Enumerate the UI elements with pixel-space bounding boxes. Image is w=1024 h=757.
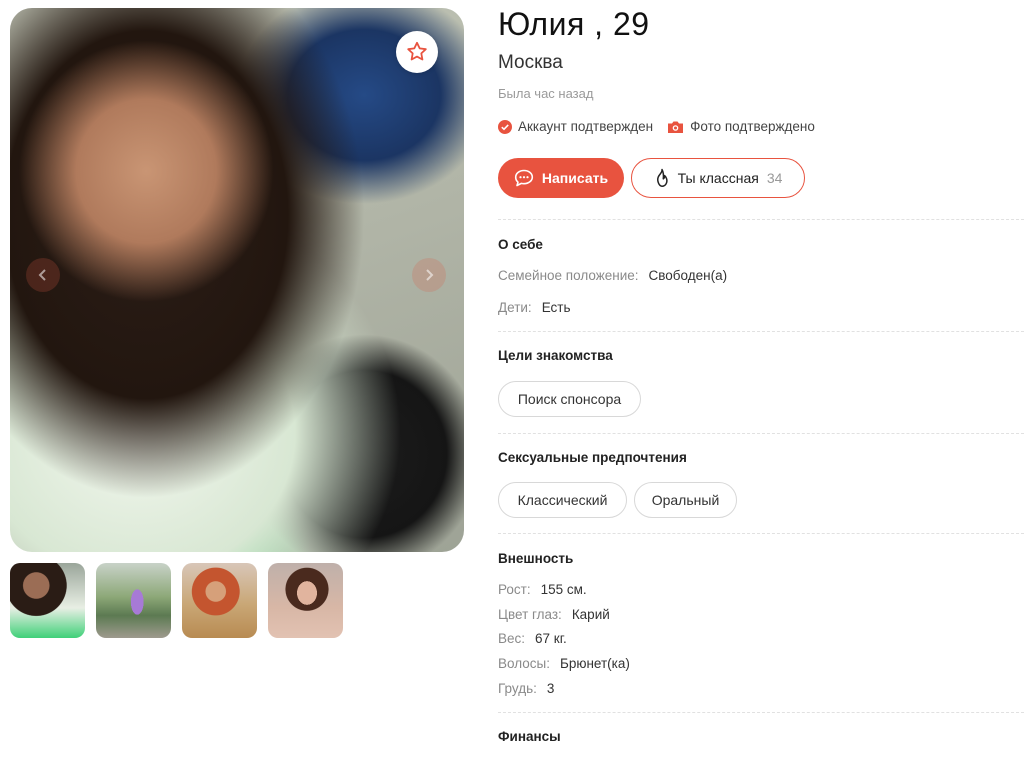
about-section-title: О себе [498, 237, 543, 252]
account-verified-label: Аккаунт подтвержден [518, 119, 654, 134]
photo-thumbnail[interactable] [268, 563, 343, 638]
appearance-row-bust: Грудь: 3 [498, 681, 554, 696]
photo-thumbnail[interactable] [182, 563, 257, 638]
chevron-right-icon [426, 269, 434, 281]
row-value: 155 см. [540, 582, 587, 597]
main-profile-photo[interactable] [10, 8, 464, 552]
section-divider [498, 219, 1024, 220]
chevron-left-icon [38, 269, 46, 281]
goal-chip-sponsor[interactable]: Поиск спонсора [498, 381, 641, 417]
row-value: Есть [541, 300, 571, 315]
photo-thumbnails [10, 563, 343, 638]
compliment-count: 34 [766, 170, 783, 186]
appearance-row-weight: Вес: 67 кг. [498, 631, 567, 646]
row-value: Свободен(а) [648, 268, 728, 283]
about-row-children: Дети: Есть [498, 300, 571, 315]
flame-icon [656, 168, 668, 188]
profile-city: Москва [498, 52, 563, 73]
write-message-button[interactable]: Написать [498, 158, 624, 198]
section-divider [498, 712, 1024, 713]
photo-verified-badge: Фото подтверждено [667, 119, 815, 134]
row-value: Брюнет(ка) [559, 656, 630, 671]
goals-section-title: Цели знакомства [498, 348, 613, 363]
verification-badges: Аккаунт подтвержден Фото подтверждено [498, 119, 829, 134]
finances-section-title: Финансы [498, 729, 561, 744]
camera-icon [667, 120, 684, 134]
preference-chip-oral[interactable]: Оральный [634, 482, 737, 518]
section-divider [498, 433, 1024, 434]
appearance-row-eye-color: Цвет глаз: Карий [498, 607, 610, 622]
row-label: Рост: [498, 582, 531, 597]
last-seen-status: Была час назад [498, 86, 594, 101]
appearance-row-height: Рост: 155 см. [498, 582, 587, 597]
photo-next-button[interactable] [412, 258, 446, 292]
compliment-label: Ты классная [677, 170, 759, 186]
row-value: 3 [546, 681, 555, 696]
favorite-button[interactable] [396, 31, 438, 73]
row-label: Дети: [498, 300, 532, 315]
write-message-label: Написать [541, 170, 609, 186]
profile-name-age: Юлия , 29 [498, 6, 650, 42]
preferences-section-title: Сексуальные предпочтения [498, 450, 687, 465]
compliment-button[interactable]: Ты классная 34 [631, 158, 805, 198]
section-divider [498, 331, 1024, 332]
check-circle-icon [498, 119, 512, 134]
photo-thumbnail[interactable] [96, 563, 171, 638]
row-label: Цвет глаз: [498, 607, 562, 622]
appearance-row-hair: Волосы: Брюнет(ка) [498, 656, 630, 671]
row-label: Грудь: [498, 681, 537, 696]
preference-chip-classic[interactable]: Классический [498, 482, 627, 518]
row-value: Карий [571, 607, 610, 622]
photo-thumbnail[interactable] [10, 563, 85, 638]
chat-bubble-icon [514, 169, 534, 187]
account-verified-badge: Аккаунт подтвержден [498, 119, 653, 134]
section-divider [498, 533, 1024, 534]
star-outline-icon [407, 41, 427, 61]
row-value: 67 кг. [535, 631, 567, 646]
photo-verified-label: Фото подтверждено [690, 119, 815, 134]
row-label: Волосы: [498, 656, 550, 671]
appearance-section-title: Внешность [498, 551, 574, 566]
photo-prev-button[interactable] [26, 258, 60, 292]
row-label: Семейное положение: [498, 268, 639, 283]
about-row-marital-status: Семейное положение: Свободен(а) [498, 268, 727, 283]
row-label: Вес: [498, 631, 526, 646]
